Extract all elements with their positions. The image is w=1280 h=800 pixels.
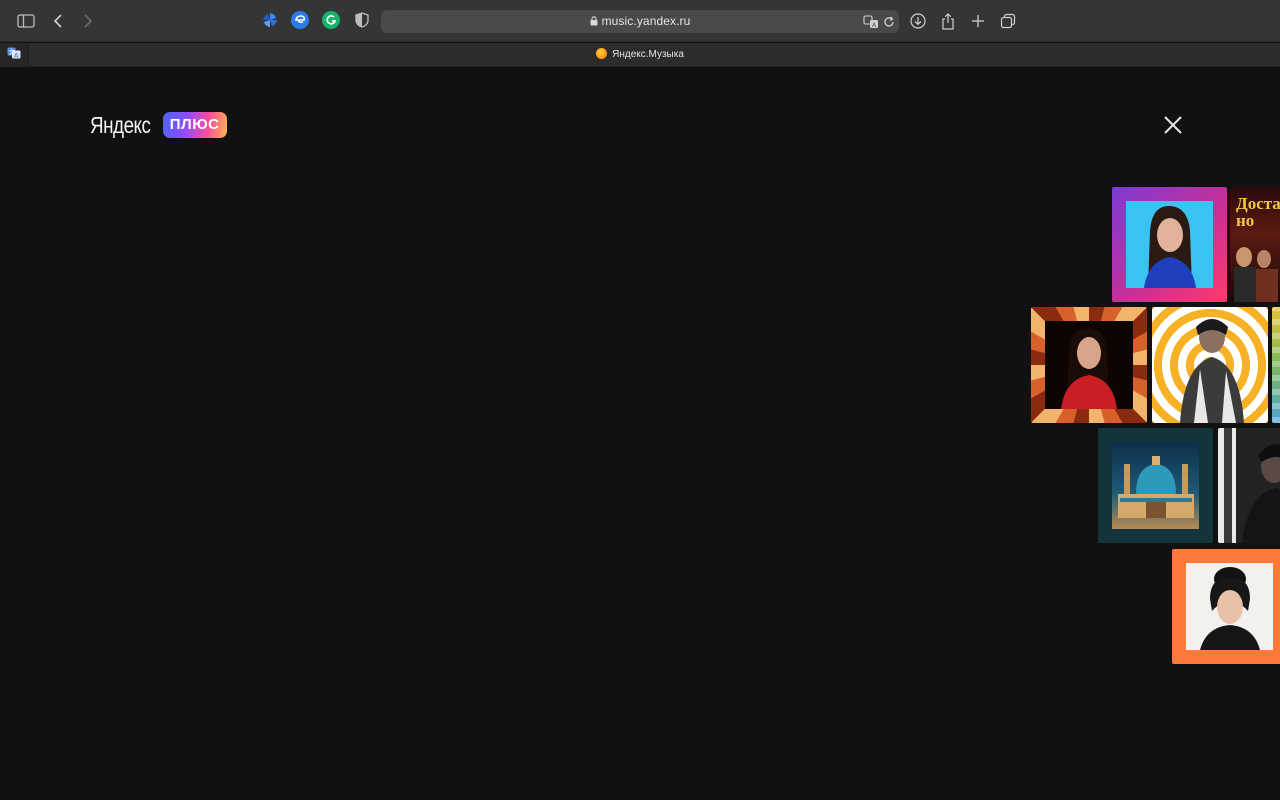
yandex-music-favicon-icon bbox=[596, 48, 608, 59]
back-icon[interactable] bbox=[46, 9, 70, 33]
tab-overview-icon[interactable] bbox=[996, 9, 1020, 33]
sidebar-toggle-icon[interactable] bbox=[14, 9, 38, 33]
translate-icon[interactable]: A bbox=[863, 14, 879, 30]
cover-tile[interactable] bbox=[1152, 307, 1268, 423]
extension-pinwheel-icon[interactable] bbox=[261, 11, 279, 29]
cover-tile[interactable] bbox=[1098, 428, 1213, 543]
downloads-icon[interactable] bbox=[906, 9, 930, 33]
page-content: Яндекс ПЛЮС Доста но bbox=[0, 68, 1280, 800]
tab-title: Яндекс.Музыка bbox=[612, 49, 684, 60]
lock-icon bbox=[590, 16, 598, 26]
tab-active[interactable]: Яндекс.Музыка bbox=[0, 43, 1280, 67]
cover-photo bbox=[1272, 307, 1280, 423]
cover-tile[interactable] bbox=[1218, 428, 1280, 543]
tab-bar: 文A Яндекс.Музыка bbox=[0, 43, 1280, 67]
share-icon[interactable] bbox=[936, 9, 960, 33]
cover-tile[interactable] bbox=[1272, 307, 1280, 423]
poster-art: Доста но bbox=[1230, 187, 1280, 302]
address-text-wrap: music.yandex.ru bbox=[381, 10, 899, 33]
browser-toolbar: music.yandex.ru A bbox=[0, 0, 1280, 42]
cover-photo bbox=[1045, 321, 1133, 409]
address-bar[interactable]: music.yandex.ru A bbox=[381, 10, 899, 33]
cover-tile[interactable] bbox=[1031, 307, 1147, 423]
cover-tile[interactable] bbox=[1172, 549, 1280, 664]
address-text: music.yandex.ru bbox=[601, 14, 691, 28]
cover-photo bbox=[1186, 563, 1273, 650]
privacy-shield-icon[interactable] bbox=[353, 11, 371, 29]
yandex-plus-logo[interactable]: Яндекс ПЛЮС bbox=[90, 112, 227, 138]
cover-photo bbox=[1126, 201, 1213, 288]
new-tab-icon[interactable] bbox=[966, 9, 990, 33]
extension-edge-icon[interactable] bbox=[291, 11, 309, 29]
reload-icon[interactable] bbox=[883, 14, 895, 30]
logo-text: Яндекс bbox=[90, 111, 151, 138]
cover-photo bbox=[1112, 442, 1199, 529]
forward-icon[interactable] bbox=[76, 9, 100, 33]
cover-photo bbox=[1236, 428, 1280, 543]
grammarly-icon[interactable] bbox=[322, 11, 340, 29]
logo-badge: ПЛЮС bbox=[162, 112, 227, 138]
close-icon[interactable] bbox=[1162, 114, 1184, 136]
movie-poster-tile[interactable]: Доста но bbox=[1230, 187, 1280, 302]
cover-tile[interactable] bbox=[1112, 187, 1227, 302]
cover-photo bbox=[1152, 307, 1268, 423]
